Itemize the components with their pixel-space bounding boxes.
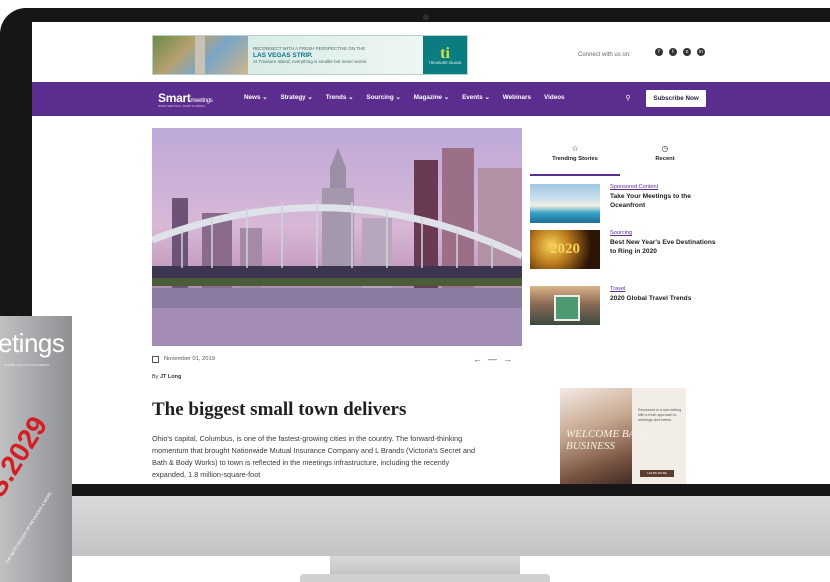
nav-item-sourcing[interactable]: Sourcing ⌄ [366,94,400,101]
stage: RECONNECT WITH A FRESH PERSPECTIVE ON TH… [0,0,830,582]
treasure-island-logo: ti TREASURE ISLAND [423,36,467,74]
facebook-icon[interactable]: f [655,48,663,56]
story-title[interactable]: Take Your Meetings to the Oceanfront [610,193,720,210]
ad-text-block: RECONNECT WITH A FRESH PERSPECTIVE ON TH… [248,36,423,74]
logo-mark: ti [440,44,450,62]
tab-trending-stories[interactable]: ☆ Trending Stories [530,140,620,176]
camera-icon [423,14,429,20]
site-logo[interactable]: Smartmeetings [158,91,213,105]
trending-story[interactable]: Travel 2020 Global Travel Trends [530,286,720,326]
story-category[interactable]: Sourcing [610,230,632,236]
nav-item-strategy[interactable]: Strategy ⌄ [280,94,312,101]
article-title: The biggest small town delivers [152,399,407,420]
leaderboard-ad[interactable]: RECONNECT WITH A FRESH PERSPECTIVE ON TH… [152,35,468,75]
article-date: November 01, 2019 [164,356,215,362]
arrow-right-icon[interactable]: → [503,354,518,364]
nav-menu: News ⌄ Strategy ⌄ Trends ⌄ Sourcing ⌄ Ma… [244,94,565,101]
story-thumbnail: 2020 [530,230,600,269]
search-icon[interactable]: ⚲ [621,92,635,106]
logo-tagline: SMART MEETINGS • SMART PLANNING [158,105,205,108]
calendar-icon [152,356,159,363]
top-bar: RECONNECT WITH A FRESH PERSPECTIVE ON TH… [32,22,830,82]
tab-label: Trending Stories [552,156,598,162]
monitor-stand-base [300,574,550,582]
sidebar-ad[interactable]: WELCOME BACK TO BUSINESS Reconnect in a … [560,388,686,484]
magazine-red-text: S.2029 [0,410,54,503]
ad-photo [153,36,248,74]
story-thumbnail [530,184,600,223]
trending-story[interactable]: Sponsored Content Take Your Meetings to … [530,184,720,224]
ad-button[interactable]: LEARN MORE [640,470,674,477]
ad-headline: LAS VEGAS STRIP. [253,51,313,59]
columbus-skyline-illustration [152,148,522,346]
magazine-title: etings [0,328,65,358]
tab-label: Recent [655,156,675,162]
magazine-subtitle: WHERE THE PLANNING MEETS [4,363,50,367]
instagram-icon[interactable]: o [683,48,691,56]
main-nav: Smartmeetings SMART MEETINGS • SMART PLA… [32,82,830,116]
story-category[interactable]: Sponsored Content [610,184,658,190]
social-links: f t o in [655,48,705,56]
nav-item-news[interactable]: News ⌄ [244,94,267,101]
nav-item-videos[interactable]: Videos [544,94,565,101]
article-meta-row: November 01, 2019 ←—→ [152,354,522,366]
magazine-small-text: THE NEXT DECADE OF REVISIONS & MORE [4,490,53,565]
story-title[interactable]: Best New Year's Eve Destinations to Ring… [610,239,720,256]
logo-small: meetings [190,98,213,104]
byline: By JT Long [152,374,181,380]
slider-arrows: ←—→ [473,354,518,364]
tab-recent[interactable]: ◷ Recent [620,140,710,176]
nav-item-webinars[interactable]: Webinars [503,94,531,101]
story-category[interactable]: Travel [610,286,625,292]
linkedin-icon[interactable]: in [697,48,705,56]
nav-item-trends[interactable]: Trends ⌄ [326,94,354,101]
hero-image[interactable] [152,128,522,346]
ad-copy: Reconnect in a new setting with a fresh … [638,408,682,422]
subscribe-button[interactable]: Subscribe Now [646,90,706,107]
story-title[interactable]: 2020 Global Travel Trends [610,295,720,304]
byline-prefix: By [152,374,159,380]
arrow-left-icon[interactable]: ← [473,354,488,364]
author-link[interactable]: JT Long [160,374,181,380]
magazine-cover: etings WHERE THE PLANNING MEETS S.2029 T… [0,316,72,582]
ad-copy: At Treasure Island, everything is smalle… [253,58,368,64]
sidebar-tabs: ☆ Trending Stories ◷ Recent [530,140,710,176]
dash-icon: — [488,354,503,364]
logo-sub: TREASURE ISLAND [428,60,462,65]
star-icon: ☆ [571,144,579,153]
browser-screen: RECONNECT WITH A FRESH PERSPECTIVE ON TH… [32,22,830,484]
article-body: Ohio's capital, Columbus, is one of the … [152,434,476,479]
clock-icon: ◷ [661,144,669,153]
logo-word: Smart [158,91,191,105]
twitter-icon[interactable]: t [669,48,677,56]
trending-story[interactable]: 2020 Sourcing Best New Year's Eve Destin… [530,230,720,270]
ad-headline: WELCOME BACK TO BUSINESS [566,428,667,452]
connect-label: Connect with us on: [578,52,631,58]
story-thumbnail [530,286,600,325]
nav-item-events[interactable]: Events ⌄ [462,94,490,101]
nav-item-magazine[interactable]: Magazine ⌄ [414,94,449,101]
monitor-chin [0,496,830,556]
